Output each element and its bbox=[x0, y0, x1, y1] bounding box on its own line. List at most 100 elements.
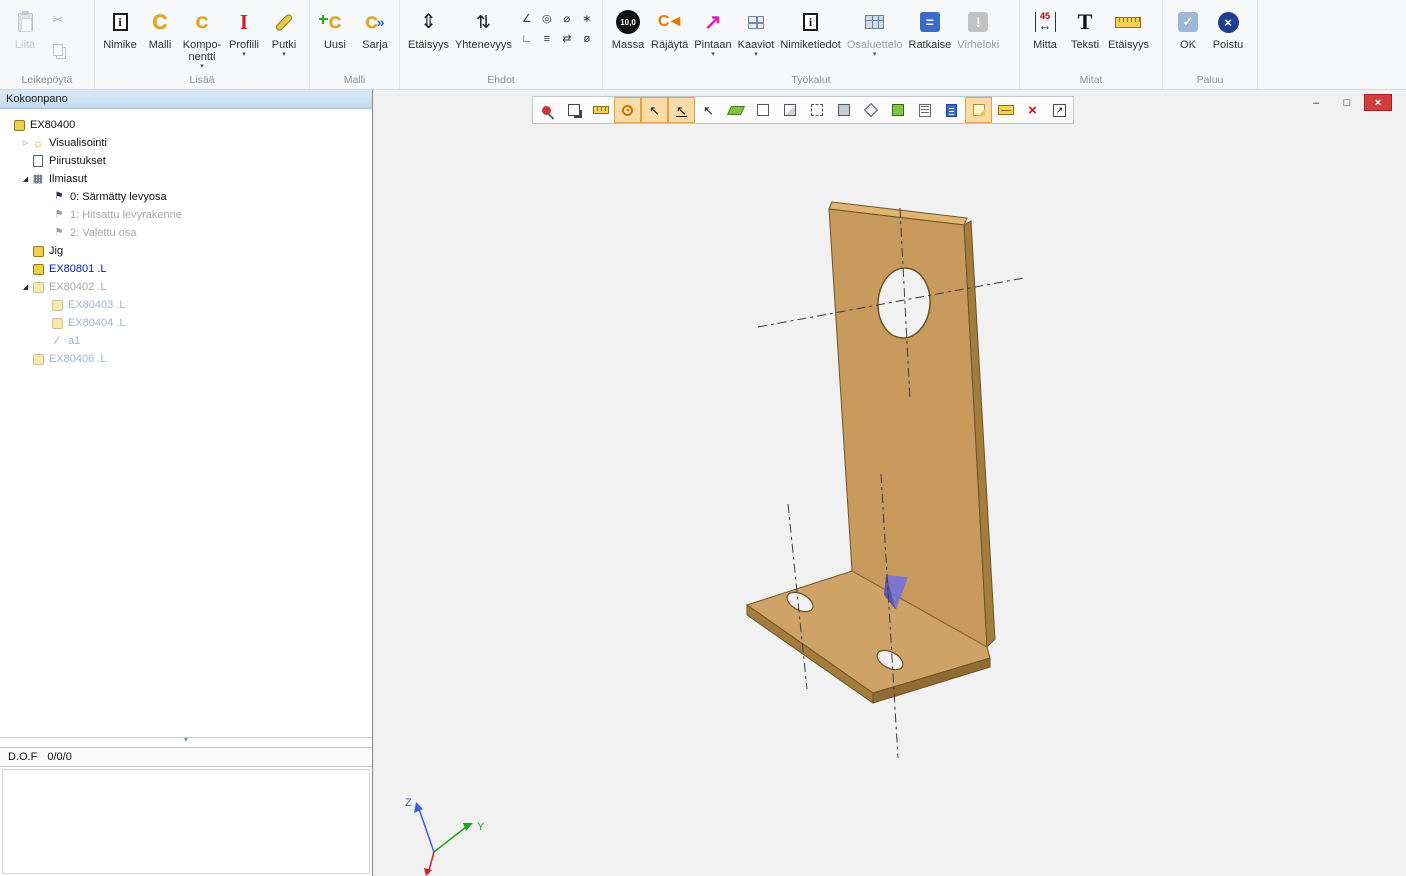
ok-button[interactable]: ✓ OK bbox=[1168, 4, 1208, 51]
dof-value: 0/0/0 bbox=[47, 751, 71, 763]
dropdown-caret-icon: ▾ bbox=[754, 51, 758, 58]
shaded-view-icon[interactable] bbox=[830, 97, 857, 123]
new-button[interactable]: C Uusi bbox=[315, 4, 355, 51]
panel-splitter[interactable]: ▾ bbox=[0, 737, 372, 747]
clipboard-tool-icon[interactable] bbox=[938, 97, 965, 123]
paste-label: Liitä bbox=[15, 39, 35, 51]
group-label-insert: Lisää bbox=[95, 73, 309, 89]
3d-viewport-canvas[interactable]: Z Y bbox=[374, 90, 1406, 876]
tree-item-config-0[interactable]: ⚑ 0: Särmätty levyosa bbox=[0, 188, 372, 206]
model-button[interactable]: C Malli bbox=[140, 4, 180, 51]
solve-button[interactable]: = Ratkaise bbox=[906, 4, 955, 51]
tree-item-drawings[interactable]: Piirustukset bbox=[0, 152, 372, 170]
config-flag-icon: ⚑ bbox=[52, 191, 66, 204]
expand-open-icon[interactable]: ◢ bbox=[20, 284, 31, 291]
perpendicular-constraint-button[interactable]: ∟ bbox=[519, 32, 535, 47]
dimension-button[interactable]: 45↔ Mitta bbox=[1025, 4, 1065, 51]
select-edge-icon[interactable]: ↖ bbox=[668, 97, 695, 123]
drawing-stack-icon[interactable] bbox=[992, 97, 1019, 123]
tree-item-visualization[interactable]: ▷ ☼ Visualisointi bbox=[0, 134, 372, 152]
parts-list-button[interactable]: Osaluettelo ▾ bbox=[844, 4, 906, 58]
assembly-tree: EX80400 ▷ ☼ Visualisointi Piirustukset ◢… bbox=[0, 109, 372, 737]
coincident-constraint-button[interactable]: ⇅ Yhtenevyys bbox=[452, 4, 515, 51]
constraint-grid: ∠ ◎ ⌀ ∗ ∟ ≡ ⇄ ø bbox=[519, 12, 596, 49]
tree-item-root[interactable]: EX80400 bbox=[0, 116, 372, 134]
close-button[interactable]: × bbox=[1364, 94, 1392, 111]
mass-button[interactable]: 10,0 Massa bbox=[608, 4, 648, 51]
pipe-button[interactable]: Putki ▾ bbox=[264, 4, 304, 58]
dropdown-caret-icon: ▾ bbox=[873, 51, 877, 58]
profile-button[interactable]: I Profiili ▾ bbox=[224, 4, 264, 58]
measure-ruler-icon[interactable] bbox=[587, 97, 614, 123]
maximize-button[interactable]: □ bbox=[1333, 94, 1361, 111]
open-view-icon[interactable]: ↗ bbox=[1046, 97, 1073, 123]
splitter-handle-icon[interactable]: ▾ bbox=[184, 736, 188, 744]
ribbon-group-model: C Uusi C» Sarja Malli bbox=[310, 0, 400, 89]
distance-constraint-button[interactable]: ⇕ Etäisyys bbox=[405, 4, 452, 51]
hiddenline-view-icon[interactable] bbox=[776, 97, 803, 123]
minimize-button[interactable]: – bbox=[1302, 94, 1330, 111]
model-icon: C bbox=[152, 12, 167, 33]
item-data-button[interactable]: i Nimiketiedot bbox=[777, 4, 844, 51]
pin-icon[interactable] bbox=[533, 97, 560, 123]
tree-item-configurations[interactable]: ◢ ▦ Ilmiasut bbox=[0, 170, 372, 188]
to-surface-button[interactable]: ↗ Pintaan ▾ bbox=[691, 4, 734, 58]
select-face-icon[interactable]: ↖ bbox=[695, 97, 722, 123]
dropdown-caret-icon: ▾ bbox=[242, 51, 246, 58]
text-button[interactable]: T Teksti bbox=[1065, 4, 1105, 51]
diagrams-button[interactable]: Kaaviot ▾ bbox=[735, 4, 778, 58]
angle-constraint-button[interactable]: ∠ bbox=[519, 12, 535, 27]
dashed-view-icon[interactable] bbox=[803, 97, 830, 123]
series-button[interactable]: C» Sarja bbox=[355, 4, 395, 51]
tree-item-a1[interactable]: ∕ a1 bbox=[0, 332, 372, 350]
tree-item-config-1[interactable]: ⚑ 1: Hitsattu levyrakenne bbox=[0, 206, 372, 224]
distance-measure-button[interactable]: Etäisyys bbox=[1105, 4, 1152, 51]
tangent-constraint-button[interactable]: ∗ bbox=[579, 12, 595, 27]
paste-button[interactable]: Liitä bbox=[5, 4, 45, 51]
delete-tool-icon[interactable]: × bbox=[1019, 97, 1046, 123]
tree-item-ex80406[interactable]: EX80406 .L bbox=[0, 350, 372, 368]
iso-view-icon[interactable] bbox=[857, 97, 884, 123]
expand-open-icon[interactable]: ◢ bbox=[20, 176, 31, 183]
tree-item-ex80404[interactable]: EX80404 .L bbox=[0, 314, 372, 332]
zoom-window-icon[interactable] bbox=[560, 97, 587, 123]
swap-constraint-button[interactable]: ⇄ bbox=[559, 32, 575, 47]
exit-button[interactable]: × Poistu bbox=[1208, 4, 1248, 51]
item-button[interactable]: i Nimike bbox=[100, 4, 140, 51]
tree-item-ex80801[interactable]: EX80801 .L bbox=[0, 260, 372, 278]
tree-item-config-2[interactable]: ⚑ 2: Valettu osa bbox=[0, 224, 372, 242]
message-panel bbox=[2, 769, 370, 874]
parallel-constraint-button[interactable]: ≡ bbox=[539, 32, 555, 47]
pipe-icon bbox=[274, 12, 293, 31]
snap-point-icon[interactable] bbox=[614, 97, 641, 123]
component-icon bbox=[50, 317, 64, 330]
copy-button[interactable] bbox=[47, 40, 69, 60]
component-button[interactable]: C Kompo- nentti ▾ bbox=[180, 4, 224, 70]
highlight-face-icon[interactable] bbox=[722, 97, 749, 123]
diagrams-icon bbox=[748, 16, 764, 29]
explode-button[interactable]: C◄ Räjäytä bbox=[648, 4, 691, 51]
expand-closed-icon[interactable]: ▷ bbox=[20, 140, 31, 147]
symmetry-constraint-button[interactable]: ø bbox=[579, 32, 595, 47]
feature-list-icon[interactable] bbox=[911, 97, 938, 123]
3d-viewport[interactable]: Z Y ↖ ↖ ↖ bbox=[374, 90, 1406, 876]
tree-item-ex80403[interactable]: EX80403 .L bbox=[0, 296, 372, 314]
error-log-button[interactable]: ! Virheloki bbox=[954, 4, 1002, 51]
tree-item-jig[interactable]: Jig bbox=[0, 242, 372, 260]
sheetmetal-icon[interactable] bbox=[965, 97, 992, 123]
concentric-constraint-button[interactable]: ◎ bbox=[539, 12, 555, 27]
dropdown-caret-icon: ▾ bbox=[282, 51, 286, 58]
model-view-icon[interactable] bbox=[884, 97, 911, 123]
jig-icon bbox=[31, 245, 45, 258]
select-vertex-icon[interactable]: ↖ bbox=[641, 97, 668, 123]
cut-button[interactable]: ✂ bbox=[47, 10, 69, 30]
window-controls: – □ × bbox=[1302, 94, 1392, 111]
l-bracket-part[interactable] bbox=[747, 202, 995, 703]
tree-item-ex80402[interactable]: ◢ EX80402 .L bbox=[0, 278, 372, 296]
group-label-clipboard: Leikepöytä bbox=[0, 73, 94, 89]
mass-icon: 10,0 bbox=[616, 10, 640, 34]
ribbon-group-return: ✓ OK × Poistu Paluu bbox=[1163, 0, 1258, 89]
diameter-constraint-button[interactable]: ⌀ bbox=[559, 12, 575, 27]
wireframe-view-icon[interactable] bbox=[749, 97, 776, 123]
drawings-icon bbox=[31, 155, 45, 168]
